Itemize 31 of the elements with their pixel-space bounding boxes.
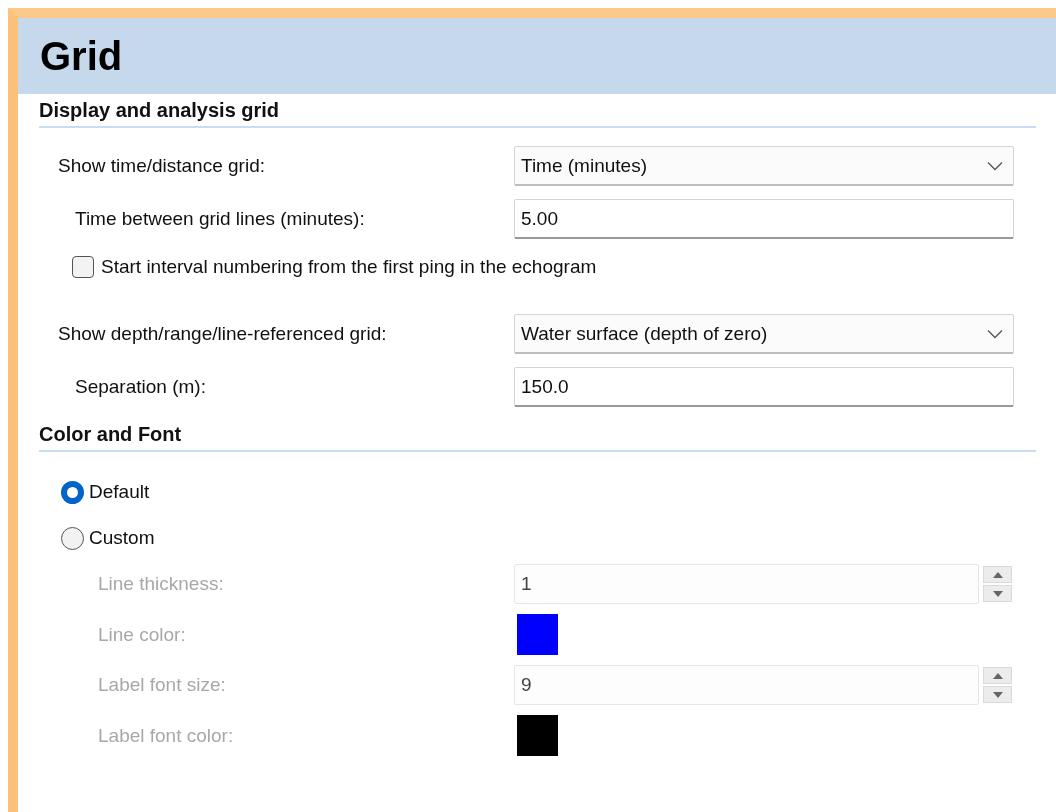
section-heading: Color and Font xyxy=(39,420,1036,452)
field-label: Show depth/range/line-referenced grid: xyxy=(57,323,388,345)
field-label: Custom xyxy=(89,527,155,549)
field-label: Time between grid lines (minutes): xyxy=(74,208,366,230)
triangle-up-icon xyxy=(992,571,1003,578)
checkbox[interactable] xyxy=(72,256,94,278)
spin-up-button[interactable] xyxy=(983,566,1012,583)
chevron-down-icon xyxy=(987,160,1003,171)
chevron-down-icon xyxy=(987,328,1003,339)
dropdown[interactable]: Time (minutes) xyxy=(514,146,1014,186)
section-heading: Display and analysis grid xyxy=(39,96,1036,128)
radio-button[interactable] xyxy=(61,526,84,550)
triangle-down-icon xyxy=(992,691,1003,698)
field-label: Separation (m): xyxy=(74,376,207,398)
input-field[interactable]: 150.0 xyxy=(514,367,1014,407)
input-field[interactable]: 5.00 xyxy=(514,199,1014,239)
field-label: Show time/distance grid: xyxy=(57,155,266,177)
field-label: Default xyxy=(89,481,150,503)
triangle-down-icon xyxy=(992,590,1003,597)
field-label: Label font color: xyxy=(97,724,235,747)
spin-down-button[interactable] xyxy=(983,686,1012,703)
radio-button[interactable] xyxy=(61,480,84,504)
spin-down-button[interactable] xyxy=(983,585,1012,602)
field-label: Line color: xyxy=(97,623,187,646)
spin-up-button[interactable] xyxy=(983,667,1012,684)
field-label: Start interval numbering from the first ping in the echogram xyxy=(101,256,597,278)
page-title: Grid xyxy=(40,33,123,79)
dropdown[interactable]: Water surface (depth of zero) xyxy=(514,314,1014,354)
triangle-up-icon xyxy=(992,672,1003,679)
field-label: Label font size: xyxy=(97,674,227,696)
field-label: Line thickness: xyxy=(97,573,225,595)
